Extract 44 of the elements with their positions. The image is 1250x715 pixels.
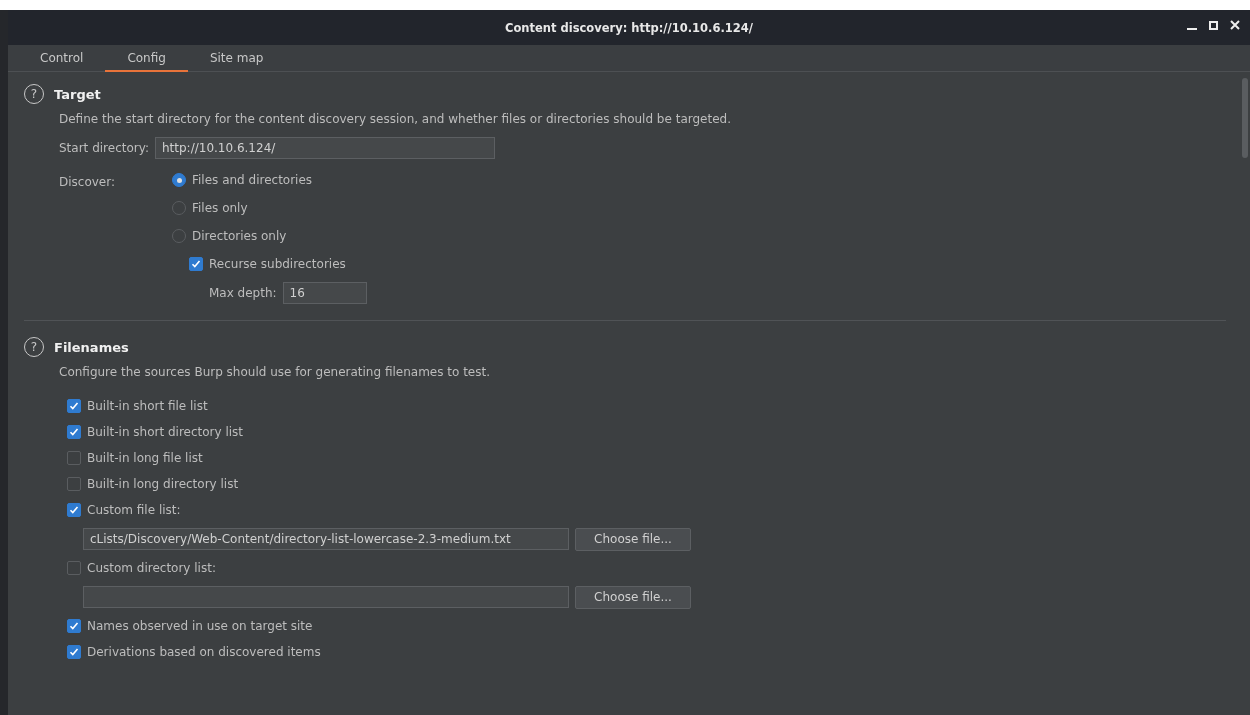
tab[interactable]: Config <box>105 45 188 72</box>
file-path-field[interactable]: cLists/Discovery/Web-Content/directory-list-lowercase-2.3-medium.txt <box>83 528 569 550</box>
field-label: Max depth: <box>209 286 277 300</box>
max-depth-field[interactable]: 16 <box>282 282 367 304</box>
radio-label: Files and directories <box>192 173 313 187</box>
checkbox-label: Recurse subdirectories <box>209 257 346 271</box>
section-title: Target <box>54 86 101 102</box>
radio-button[interactable] <box>172 201 186 215</box>
maximize-icon[interactable] <box>1209 20 1218 30</box>
tab[interactable]: Site map <box>187 45 286 72</box>
section-description: Configure the sources Burp should use for generating filenames to test. <box>59 365 490 379</box>
tab[interactable]: Control <box>18 45 106 72</box>
checkbox-label: Derivations based on discovered items <box>87 645 321 659</box>
file-path-field[interactable] <box>83 586 569 608</box>
checkbox[interactable] <box>67 451 81 465</box>
checkbox-label: Built-in short directory list <box>87 425 244 439</box>
checkbox[interactable] <box>67 645 81 659</box>
choose-file-button[interactable]: Choose file... <box>575 527 691 551</box>
checkbox[interactable] <box>67 477 81 491</box>
radio-button[interactable] <box>172 173 186 187</box>
checkbox[interactable] <box>189 257 203 271</box>
discover-label: Discover: <box>59 174 115 189</box>
radio-button[interactable] <box>172 229 186 243</box>
scrollbar-thumb[interactable] <box>1242 78 1248 158</box>
checkbox[interactable] <box>67 619 81 633</box>
checkbox-label: Custom directory list: <box>87 561 216 575</box>
checkbox-label: Built-in short file list <box>87 399 208 413</box>
section-title: Filenames <box>54 339 129 355</box>
checkbox[interactable] <box>67 503 81 517</box>
checkbox[interactable] <box>67 425 81 439</box>
start-directory-field[interactable]: http://10.10.6.124/ <box>155 137 495 159</box>
checkbox[interactable] <box>67 399 81 413</box>
window-title: Content discovery: http://10.10.6.124/ <box>504 20 754 35</box>
radio-label: Files only <box>192 201 248 215</box>
field-label: Start directory: <box>59 141 149 155</box>
choose-file-button[interactable]: Choose file... <box>575 585 691 609</box>
checkbox[interactable] <box>67 561 81 575</box>
section-description: Define the start directory for the content discovery session, and whether files or directories should be targeted. <box>59 112 731 126</box>
close-icon[interactable] <box>1230 20 1240 30</box>
radio-label: Directories only <box>192 229 287 243</box>
checkbox-label: Custom file list: <box>87 503 181 517</box>
checkbox-label: Built-in long directory list <box>87 477 239 491</box>
checkbox-label: Built-in long file list <box>87 451 203 465</box>
checkbox-label: Names observed in use on target site <box>87 619 313 633</box>
